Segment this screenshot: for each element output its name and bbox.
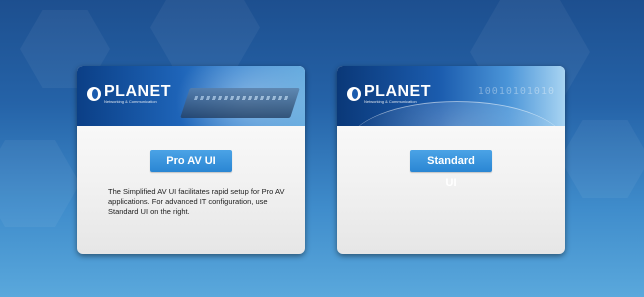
planet-logo: PLANET Networking & Communication — [347, 84, 431, 104]
planet-logo-icon — [87, 87, 101, 101]
standard-ui-button[interactable]: Standard UI — [410, 150, 492, 189]
brand-tagline: Networking & Communication — [104, 99, 157, 104]
av-mixer-image — [180, 88, 300, 118]
brand-name: PLANET — [104, 83, 171, 100]
pro-av-description: The Simplified AV UI facilitates rapid s… — [108, 187, 285, 216]
standard-ui-card: 10010101010 PLANET Networking & Communic… — [337, 66, 565, 254]
selection-page: PLANET Networking & Communication Pro AV… — [0, 0, 644, 297]
pro-av-ui-button[interactable]: Pro AV UI — [150, 150, 232, 172]
brand-tagline: Networking & Communication — [364, 99, 417, 104]
background-hexagon — [150, 0, 260, 75]
planet-logo-icon — [347, 87, 361, 101]
binary-pattern: 10010101010 — [477, 86, 555, 97]
pro-av-ui-card: PLANET Networking & Communication Pro AV… — [77, 66, 305, 254]
background-hexagon — [0, 140, 80, 227]
planet-logo: PLANET Networking & Communication — [87, 84, 171, 104]
standard-banner: 10010101010 PLANET Networking & Communic… — [337, 66, 565, 126]
pro-av-banner: PLANET Networking & Communication — [77, 66, 305, 126]
brand-name: PLANET — [364, 83, 431, 100]
background-hexagon — [560, 120, 644, 198]
globe-image — [347, 101, 565, 126]
